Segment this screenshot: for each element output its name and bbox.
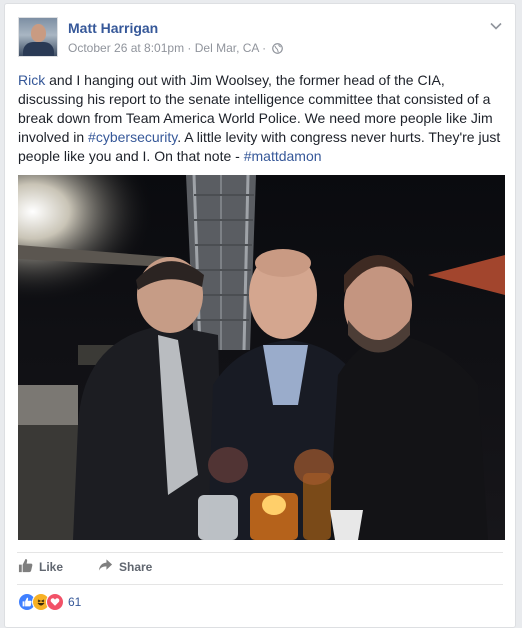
- thumbs-up-icon: [18, 558, 33, 576]
- post-card: Matt Harrigan October 26 at 8:01pm · Del…: [4, 3, 516, 628]
- like-label: Like: [39, 560, 64, 574]
- globe-icon[interactable]: [272, 43, 284, 57]
- author-name[interactable]: Matt Harrigan: [68, 20, 158, 36]
- share-button[interactable]: Share: [98, 558, 152, 575]
- share-label: Share: [119, 559, 153, 574]
- post-message: Rick and I hanging out with Jim Woolsey,…: [18, 72, 501, 164]
- love-icon: [46, 593, 64, 611]
- divider: [17, 584, 503, 585]
- share-arrow-icon: [98, 558, 113, 575]
- post-location[interactable]: Del Mar, CA: [195, 41, 259, 55]
- divider: [17, 552, 503, 553]
- hashtag-link[interactable]: #cybersecurity: [88, 129, 177, 145]
- like-button[interactable]: Like: [18, 558, 63, 576]
- reactions-summary[interactable]: 61: [18, 593, 81, 611]
- post-timestamp[interactable]: October 26 at 8:01pm: [68, 41, 184, 55]
- reaction-count[interactable]: 61: [68, 595, 81, 609]
- post-meta: October 26 at 8:01pm · Del Mar, CA ·: [68, 41, 284, 57]
- mention-link[interactable]: Rick: [18, 72, 45, 88]
- post-photo[interactable]: [18, 175, 505, 540]
- chevron-down-icon[interactable]: [489, 19, 503, 33]
- hashtag-link[interactable]: #mattdamon: [244, 148, 322, 164]
- post-header: Matt Harrigan October 26 at 8:01pm · Del…: [18, 17, 503, 59]
- author-avatar[interactable]: [18, 17, 58, 57]
